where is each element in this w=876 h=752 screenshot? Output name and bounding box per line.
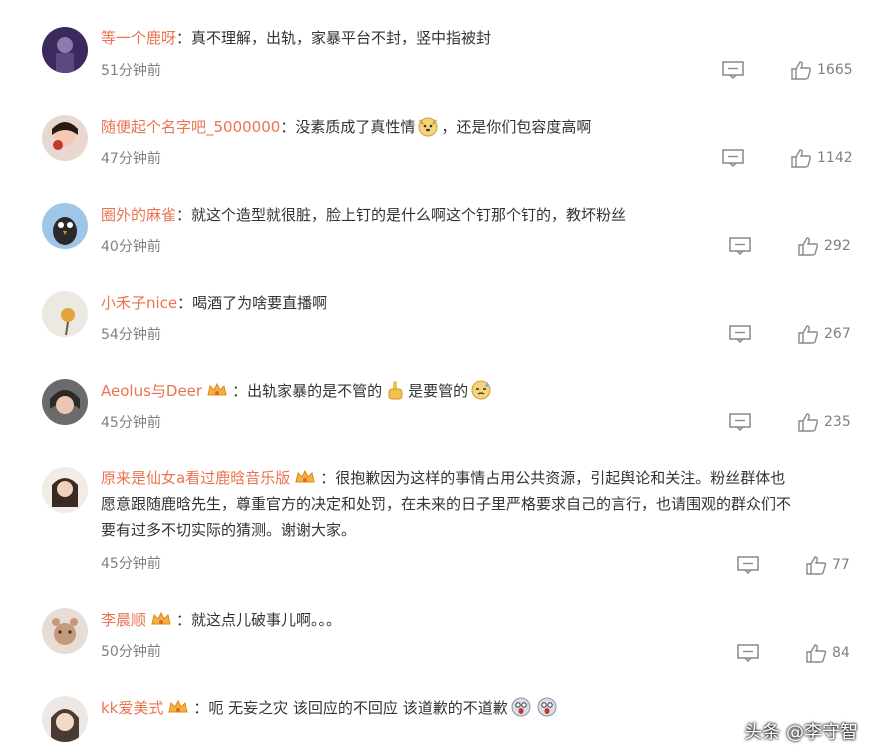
separator: ： bbox=[176, 29, 192, 47]
thumbs-up-icon[interactable] bbox=[797, 412, 819, 432]
username[interactable]: 小禾子nice bbox=[101, 294, 177, 312]
username[interactable]: kk爱美式 bbox=[101, 699, 163, 717]
comment-time: 45分钟前 bbox=[101, 556, 161, 572]
like-count: 292 bbox=[824, 238, 851, 254]
separator: ： bbox=[176, 206, 192, 224]
separator: ： bbox=[177, 294, 193, 312]
comment-icon[interactable] bbox=[722, 149, 744, 167]
avatar[interactable] bbox=[42, 379, 88, 425]
separator: ： bbox=[176, 611, 192, 629]
comment-text: 很抱歉因为这样的事情占用公共资源，引起舆论和关注。粉丝群体也 bbox=[335, 469, 786, 487]
separator: ： bbox=[320, 469, 336, 487]
crown-badge-icon bbox=[295, 469, 315, 483]
avatar[interactable] bbox=[42, 608, 88, 654]
username[interactable]: Aeolus与Deer bbox=[101, 382, 202, 400]
comment-actions: 267 bbox=[729, 325, 853, 345]
separator: ： bbox=[232, 382, 248, 400]
sweat-face-emoji bbox=[471, 380, 491, 400]
separator: ： bbox=[280, 118, 296, 136]
thumbs-up-icon[interactable] bbox=[805, 643, 827, 663]
comment-time: 40分钟前 bbox=[101, 239, 161, 255]
comment-actions: 292 bbox=[729, 237, 853, 257]
comment-time: 54分钟前 bbox=[101, 327, 161, 343]
like-count: 1665 bbox=[817, 62, 853, 78]
avatar[interactable] bbox=[42, 696, 88, 742]
comment-time: 45分钟前 bbox=[101, 415, 161, 431]
scared-face-emoji bbox=[511, 697, 531, 717]
comment-text-line2: 愿意跟随鹿晗先生，尊重官方的决定和处罚，在未来的日子里严格要求自己的言行，也请围… bbox=[101, 495, 792, 513]
like-count: 77 bbox=[832, 557, 850, 573]
comment-actions: 1665 bbox=[722, 60, 853, 81]
username[interactable]: 等一个鹿呀 bbox=[101, 29, 176, 47]
comment-actions: 84 bbox=[737, 644, 853, 664]
comment-icon[interactable] bbox=[722, 61, 744, 79]
thumbs-up-icon[interactable] bbox=[790, 60, 812, 80]
thumbs-up-icon[interactable] bbox=[797, 324, 819, 344]
thumbs-up-icon[interactable] bbox=[790, 148, 812, 168]
username[interactable]: 圈外的麻雀 bbox=[101, 206, 176, 224]
comment-icon[interactable] bbox=[729, 413, 751, 431]
dog-face-emoji bbox=[418, 117, 438, 137]
comment-text-continued: ，还是你们包容度高啊 bbox=[441, 118, 592, 136]
comment-icon[interactable] bbox=[737, 556, 759, 574]
comment-text: 出轨家暴的是不管的 bbox=[247, 382, 383, 400]
watermark: 头条 @李守智 bbox=[744, 722, 858, 743]
comment-actions: 77 bbox=[737, 556, 853, 576]
like-count: 1142 bbox=[817, 150, 853, 166]
comment-text: 喝酒了为啥要直播啊 bbox=[192, 294, 328, 312]
avatar[interactable] bbox=[42, 467, 88, 513]
username[interactable]: 李晨顺 bbox=[101, 611, 146, 629]
thumbs-up-icon[interactable] bbox=[797, 236, 819, 256]
middle-finger-emoji bbox=[388, 381, 403, 400]
comment-time: 51分钟前 bbox=[101, 63, 161, 79]
avatar[interactable] bbox=[42, 291, 88, 337]
comment-time: 50分钟前 bbox=[101, 644, 161, 660]
thumbs-up-icon[interactable] bbox=[805, 555, 827, 575]
comment-text: 呃 无妄之灾 该回应的不回应 该道歉的不道歉 bbox=[208, 699, 508, 717]
comment-text-line3: 要有过多不切实际的猜测。谢谢大家。 bbox=[101, 521, 357, 539]
comment-icon[interactable] bbox=[729, 325, 751, 343]
comment-icon[interactable] bbox=[729, 237, 751, 255]
comment-text-continued: 是要管的 bbox=[408, 382, 469, 400]
like-count: 267 bbox=[824, 326, 851, 342]
avatar[interactable] bbox=[42, 203, 88, 249]
comment-text: 就这点儿破事儿啊。。。 bbox=[191, 611, 342, 629]
comment-time: 47分钟前 bbox=[101, 151, 161, 167]
crown-badge-icon bbox=[207, 382, 227, 396]
comment-actions: 1142 bbox=[722, 148, 853, 169]
username[interactable]: 原来是仙女a看过鹿晗音乐版 bbox=[101, 469, 290, 487]
comment-icon[interactable] bbox=[737, 644, 759, 662]
avatar[interactable] bbox=[42, 115, 88, 161]
crown-badge-icon bbox=[151, 611, 171, 625]
scared-face-emoji bbox=[537, 697, 557, 717]
separator: ： bbox=[193, 699, 209, 717]
username[interactable]: 随便起个名字吧_5000000 bbox=[101, 118, 280, 136]
comment-text: 真不理解，出轨，家暴平台不封，竖中指被封 bbox=[191, 29, 492, 47]
comment-actions: 235 bbox=[729, 413, 853, 433]
like-count: 235 bbox=[824, 414, 851, 430]
crown-badge-icon bbox=[168, 699, 188, 713]
like-count: 84 bbox=[832, 645, 850, 661]
comment-text: 没素质成了真性情 bbox=[295, 118, 416, 136]
avatar[interactable] bbox=[42, 27, 88, 73]
comment-text: 就这个造型就很脏，脸上钉的是什么啊这个钉那个钉的，教坏粉丝 bbox=[191, 206, 627, 224]
